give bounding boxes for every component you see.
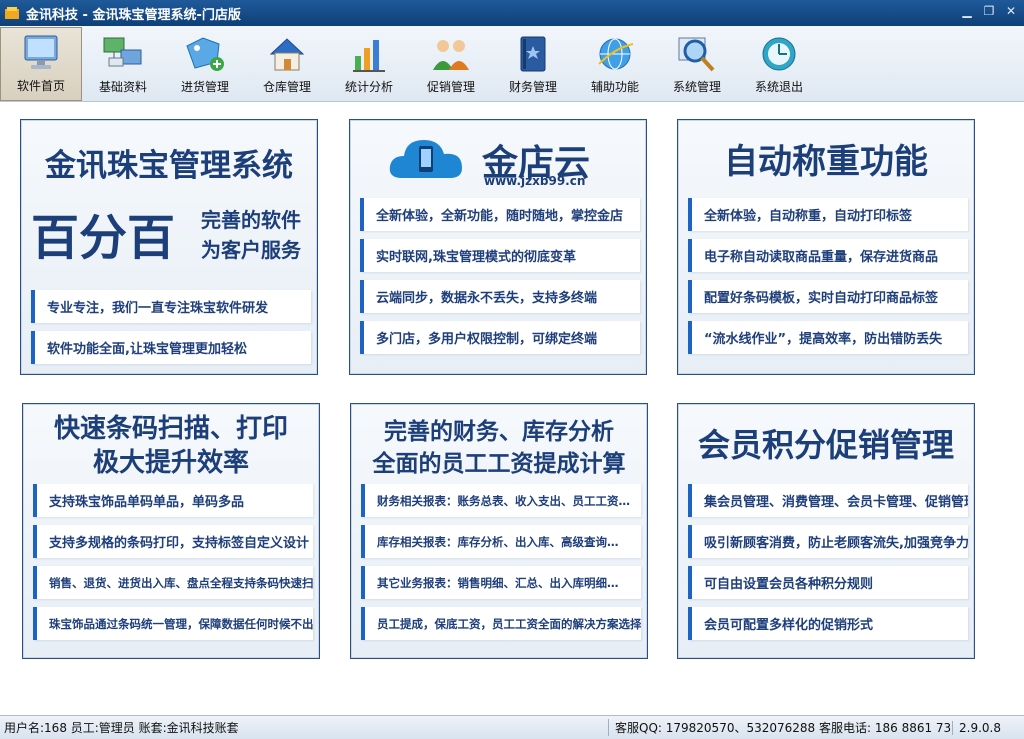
list-item: 财务相关报表：账务总表、收入支出、员工工资… (361, 484, 641, 517)
toolbar-label: 系统退出 (754, 80, 803, 94)
app-logo-icon (5, 7, 19, 19)
card-title: 自动称重功能 (724, 142, 928, 182)
feature-list: 全新体验，自动称重，自动打印标签 电子称自动读取商品重量，保存进货商品 配置好条… (688, 198, 968, 362)
magnifier-icon (678, 37, 715, 72)
status-version: 2.9.0.8 (952, 720, 1024, 735)
toolbar-promotion-button[interactable]: 促销管理 (410, 27, 492, 101)
tag-add-icon (186, 37, 224, 71)
people-icon (433, 40, 469, 70)
list-item: 全新体验，全新功能，随时随地，掌控金店 (360, 198, 640, 231)
list-item: 员工提成，保底工资，员工工资全面的解决方案选择 (361, 607, 641, 640)
monitor-icon (24, 35, 58, 69)
toolbar-statistics-button[interactable]: 统计分析 (328, 27, 410, 101)
feature-list: 财务相关报表：账务总表、收入支出、员工工资… 库存相关报表：库存分析、出入库、高… (361, 484, 641, 648)
toolbar-label: 统计分析 (344, 80, 393, 94)
list-item: 云端同步，数据永不丢失，支持多终端 (360, 280, 640, 313)
toolbar-label: 基础资料 (98, 80, 147, 94)
list-item: 库存相关报表：库存分析、出入库、高级查询… (361, 525, 641, 558)
status-contact-info: 客服QQ: 179820570、532076288 客服电话: 186 8861… (608, 719, 952, 736)
list-item: 软件功能全面,让珠宝管理更加轻松 (31, 331, 311, 364)
card-title-line-1: 快速条码扫描、打印 (53, 414, 288, 444)
card-title: 金讯珠宝管理系统 (45, 148, 293, 184)
toolbar-purchase-button[interactable]: 进货管理 (164, 27, 246, 101)
toolbar-warehouse-button[interactable]: 仓库管理 (246, 27, 328, 101)
hundred-percent-text: 百分百 (31, 210, 176, 266)
list-item: 配置好条码模板，实时自动打印商品标签 (688, 280, 968, 313)
window-controls: ▁ ❐ ✕ (960, 4, 1018, 18)
card-finance: 完善的财务、库存分析 全面的员工工资提成计算 财务相关报表：账务总表、收入支出、… (350, 403, 648, 659)
card-cloud: 金店云 www.jzxb99.cn 全新体验，全新功能，随时随地，掌控金店 实时… (349, 119, 647, 375)
list-item: 销售、退货、进货出入库、盘点全程支持条码快速扫描 (33, 566, 313, 599)
card-auto-weighing: 自动称重功能 全新体验，自动称重，自动打印标签 电子称自动读取商品重量，保存进货… (677, 119, 975, 375)
toolbar-label: 仓库管理 (262, 80, 311, 94)
toolbar-label: 进货管理 (180, 80, 229, 94)
slogan-line-2: 为客户服务 (201, 238, 301, 262)
list-item: “流水线作业”，提高效率，防出错防丢失 (688, 321, 968, 354)
card-title-line-2: 极大提升效率 (92, 448, 249, 478)
list-item: 其它业务报表：销售明细、汇总、出入库明细… (361, 566, 641, 599)
exit-icon (762, 37, 796, 71)
list-item: 实时联网,珠宝管理模式的彻底变革 (360, 239, 640, 272)
globe-icon (598, 38, 634, 70)
list-item: 会员可配置多样化的促销形式 (688, 607, 968, 640)
feature-list: 全新体验，全新功能，随时随地，掌控金店 实时联网,珠宝管理模式的彻底变革 云端同… (360, 198, 640, 362)
toolbar-label: 促销管理 (426, 80, 475, 94)
feature-list: 集会员管理、消费管理、会员卡管理、促销管理 吸引新顾客消费，防止老顾客流失,加强… (688, 484, 968, 648)
book-icon (520, 36, 546, 72)
window-title: 金讯科技 - 金讯珠宝管理系统-门店版 (26, 7, 241, 23)
list-item: 电子称自动读取商品重量，保存进货商品 (688, 239, 968, 272)
list-item: 专业专注，我们一直专注珠宝软件研发 (31, 290, 311, 323)
card-title-line-2: 全面的员工工资提成计算 (372, 451, 626, 477)
list-item: 吸引新顾客消费，防止老顾客流失,加强竞争力 (688, 525, 968, 558)
toolbar-exit-button[interactable]: 系统退出 (738, 27, 820, 101)
home-panel: 金讯珠宝管理系统 百分百 完善的软件 为客户服务 专业专注，我们一直专注珠宝软件… (0, 103, 1024, 715)
list-item: 珠宝饰品通过条码统一管理，保障数据任何时候不出错 (33, 607, 313, 640)
card-title: 会员积分促销管理 (697, 426, 954, 464)
cloud-url: www.jzxb99.cn (484, 174, 586, 188)
list-item: 多门店，多用户权限控制，可绑定终端 (360, 321, 640, 354)
close-icon[interactable]: ✕ (1004, 4, 1018, 18)
card-title-line-1: 完善的财务、库存分析 (384, 419, 614, 445)
feature-list: 专业专注，我们一直专注珠宝软件研发 软件功能全面,让珠宝管理更加轻松 (31, 290, 311, 372)
toolbar-label: 软件首页 (16, 79, 65, 93)
card-barcode: 快速条码扫描、打印 极大提升效率 支持珠宝饰品单码单品，单码多品 支持多规格的条… (22, 403, 320, 659)
toolbar-auxiliary-button[interactable]: 辅助功能 (574, 27, 656, 101)
list-item: 全新体验，自动称重，自动打印标签 (688, 198, 968, 231)
restore-icon[interactable]: ❐ (982, 4, 996, 18)
toolbar-label: 财务管理 (508, 80, 557, 94)
main-toolbar: 软件首页 基础资料 进货管理 仓库管理 统计分析 促销管理 财务管理 辅助功能 … (0, 26, 1024, 102)
minimize-icon[interactable]: ▁ (960, 4, 974, 18)
toolbar-basic-data-button[interactable]: 基础资料 (82, 27, 164, 101)
card-system-intro: 金讯珠宝管理系统 百分百 完善的软件 为客户服务 专业专注，我们一直专注珠宝软件… (20, 119, 318, 375)
toolbar-system-button[interactable]: 系统管理 (656, 27, 738, 101)
status-bar: 用户名:168 员工:管理员 账套:金讯科技账套 客服QQ: 179820570… (0, 715, 1024, 739)
list-item: 支持珠宝饰品单码单品，单码多品 (33, 484, 313, 517)
list-item: 集会员管理、消费管理、会员卡管理、促销管理 (688, 484, 968, 517)
title-bar: 金讯科技 - 金讯珠宝管理系统-门店版 ▁ ❐ ✕ (0, 0, 1024, 26)
list-item: 可自由设置会员各种积分规则 (688, 566, 968, 599)
house-icon (269, 38, 305, 71)
cloud-phone-icon (389, 140, 462, 178)
status-user-info: 用户名:168 员工:管理员 账套:金讯科技账套 (4, 721, 239, 735)
network-computers-icon (103, 37, 142, 67)
toolbar-label: 辅助功能 (590, 80, 639, 94)
card-member-promotion: 会员积分促销管理 集会员管理、消费管理、会员卡管理、促销管理 吸引新顾客消费，防… (677, 403, 975, 659)
list-item: 支持多规格的条码打印，支持标签自定义设计 (33, 525, 313, 558)
toolbar-home-button[interactable]: 软件首页 (0, 27, 82, 101)
toolbar-label: 系统管理 (672, 80, 721, 94)
feature-list: 支持珠宝饰品单码单品，单码多品 支持多规格的条码打印，支持标签自定义设计 销售、… (33, 484, 313, 648)
slogan-line-1: 完善的软件 (201, 208, 301, 232)
toolbar-finance-button[interactable]: 财务管理 (492, 27, 574, 101)
bar-chart-icon (353, 40, 385, 72)
